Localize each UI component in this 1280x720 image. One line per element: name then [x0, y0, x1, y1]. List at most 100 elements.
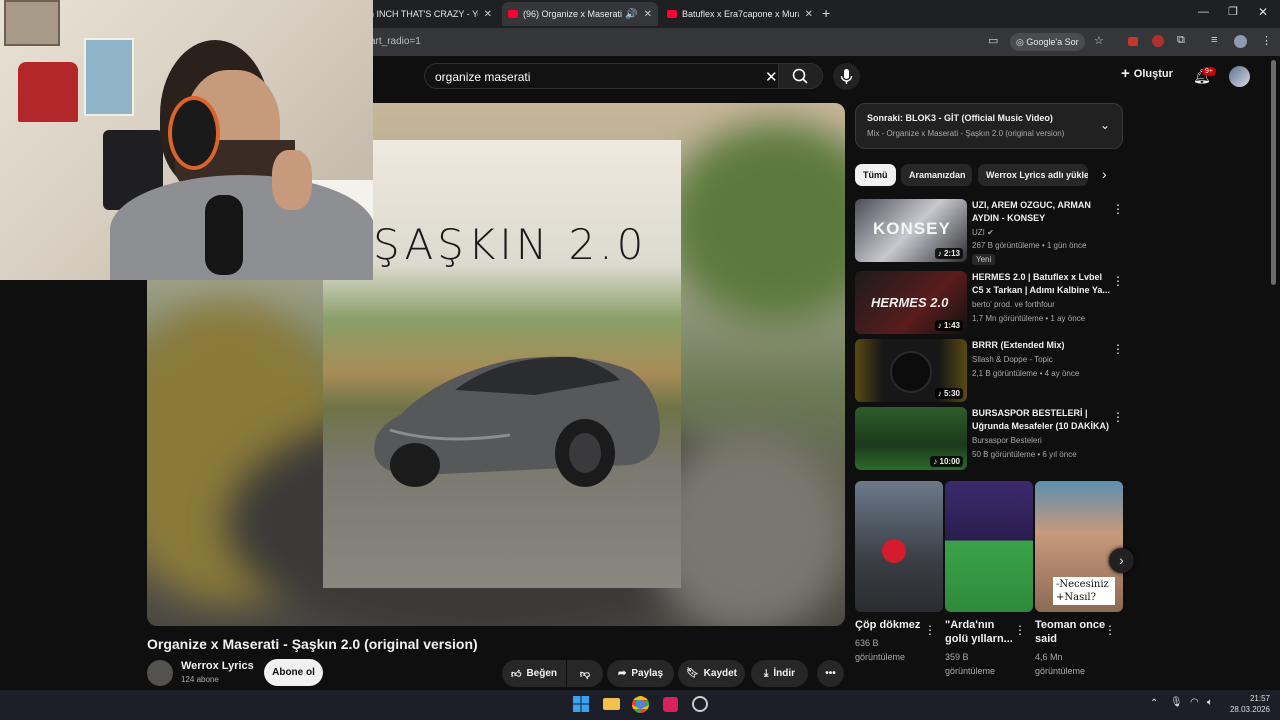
minimize-button[interactable]: —	[1198, 6, 1209, 18]
chip-channel-uploads[interactable]: Werrox Lyrics adlı yükle	[978, 164, 1088, 186]
video-title: Organize x Maserati - Şaşkın 2.0 (origin…	[147, 636, 478, 652]
short-thumbnail[interactable]	[945, 481, 1033, 612]
scrollbar[interactable]	[1271, 60, 1276, 285]
close-icon[interactable]: ✕	[484, 9, 492, 20]
tab-inch-thats-crazy[interactable]: 6) INCH THAT'S CRAZY - You ✕	[360, 2, 498, 26]
rec-title[interactable]: HERMES 2.0 | Batuflex x Lvbel C5 x Tarka…	[972, 271, 1110, 297]
save-button[interactable]: 🔖︎ Kaydet	[678, 660, 745, 687]
shorts-next-button[interactable]: ›	[1109, 548, 1134, 573]
video-thumbnail[interactable]: ♪ 5:30	[855, 339, 967, 402]
vinyl-icon	[890, 351, 932, 393]
extension-icon[interactable]	[1152, 35, 1164, 47]
thumbs-up-icon: 👍︎	[510, 668, 522, 680]
share-button[interactable]: ➦ Paylaş	[607, 660, 674, 687]
more-vert-icon[interactable]: ⋮	[924, 623, 936, 637]
clock-time[interactable]: 21:57	[1228, 694, 1270, 703]
close-window-button[interactable]: ✕	[1258, 5, 1268, 19]
puzzle-icon[interactable]: ⧉	[1177, 34, 1185, 47]
share-icon: ➦	[617, 668, 627, 679]
microphone-icon	[840, 69, 853, 84]
app-icon[interactable]	[692, 696, 708, 712]
subscribe-button[interactable]: Abone ol	[264, 659, 323, 686]
more-vert-icon[interactable]: ⋮	[1112, 342, 1124, 356]
search-input[interactable]: organize maserati	[435, 70, 530, 84]
clock-date[interactable]: 28.03.2026	[1222, 705, 1270, 714]
chip-all[interactable]: Tümü	[855, 164, 896, 186]
windows-start-icon[interactable]	[573, 696, 589, 712]
rec-channel[interactable]: Sllash & Doppe - Topic	[972, 355, 1053, 364]
chevron-up-icon[interactable]: ⌃	[1150, 698, 1158, 709]
close-icon[interactable]: ✕	[644, 9, 652, 20]
more-dots-icon: •••	[825, 668, 836, 679]
chevron-down-icon[interactable]: ⌄	[1100, 118, 1110, 132]
more-vert-icon[interactable]: ⋮	[1112, 410, 1124, 424]
short-title[interactable]: Teoman once said	[1035, 618, 1109, 646]
profile-avatar[interactable]	[1234, 35, 1247, 48]
rec-title[interactable]: BRRR (Extended Mix)	[972, 339, 1110, 352]
up-next-panel[interactable]: Sonraki: BLOK3 - GİT (Official Music Vid…	[855, 103, 1123, 149]
search-button[interactable]	[778, 64, 822, 88]
cast-icon[interactable]: ▭	[988, 34, 998, 47]
short-views: 636 B görüntüleme	[855, 638, 906, 662]
share-label: Paylaş	[631, 668, 664, 679]
bookmark-star-icon[interactable]: ☆	[1094, 34, 1104, 47]
chrome-icon[interactable]	[632, 696, 649, 713]
video-thumbnail[interactable]: KONSEY ♪ 2:13	[855, 199, 967, 262]
more-actions-button[interactable]: •••	[817, 660, 844, 687]
short-title[interactable]: Çöp dökmez	[855, 618, 929, 632]
menu-dots-icon[interactable]: ⋮	[1261, 34, 1272, 47]
up-next-playlist: Mix - Organize x Maserati - Şaşkın 2.0 (…	[867, 129, 1065, 138]
rec-channel[interactable]: UZI ✔	[972, 228, 994, 237]
more-vert-icon[interactable]: ⋮	[1104, 623, 1116, 637]
thumbs-down-icon: 👎︎	[579, 668, 591, 680]
url-field[interactable]: art_radio=1	[360, 32, 960, 52]
search-box[interactable]: organize maserati ✕	[424, 63, 823, 89]
rec-meta: 1,7 Mn görüntüleme • 1 ay önce	[972, 314, 1086, 323]
rec-title[interactable]: BURSASPOR BESTELERİ | Uğrunda Mesafeler …	[972, 407, 1110, 433]
webcam-overlay	[0, 0, 373, 280]
media-control-icon[interactable]: ≡	[1211, 34, 1217, 46]
car-image	[374, 356, 660, 487]
more-vert-icon[interactable]: ⋮	[1014, 623, 1026, 637]
chip-from-search[interactable]: Aramanızdan	[901, 164, 972, 186]
new-tab-button[interactable]: +	[822, 5, 830, 21]
more-vert-icon[interactable]: ⋮	[1112, 202, 1124, 216]
dislike-button[interactable]: 👎︎	[567, 660, 603, 687]
ask-google-label: Google'a Sor	[1026, 37, 1079, 47]
video-thumbnail[interactable]: ♪ 10:00	[855, 407, 967, 470]
microphone-tray-icon[interactable]: 🎙︎	[1170, 697, 1183, 708]
channel-name[interactable]: Werrox Lyrics	[181, 660, 254, 672]
extension-icon[interactable]	[1128, 37, 1138, 46]
wifi-icon[interactable]: ◠	[1190, 697, 1199, 708]
more-vert-icon[interactable]: ⋮	[1112, 274, 1124, 288]
ask-google-button[interactable]: ◎ Google'a Sor	[1010, 33, 1085, 51]
speaker-icon[interactable]: 🔊	[625, 9, 637, 20]
download-button[interactable]: ⤓ İndir	[751, 660, 808, 687]
voice-search-button[interactable]	[833, 63, 860, 90]
create-button[interactable]: + Oluştur	[1121, 66, 1173, 81]
account-avatar[interactable]	[1229, 66, 1250, 87]
duration-badge: ♪ 10:00	[930, 456, 963, 467]
vivaldi-icon[interactable]	[663, 697, 678, 712]
maximize-button[interactable]: ❐	[1228, 5, 1238, 18]
short-title[interactable]: "Arda'nın golü yıllarn...	[945, 618, 1019, 646]
cover-title: ŞAŞKIN 2.0	[373, 220, 648, 269]
file-explorer-icon[interactable]	[603, 698, 620, 710]
like-label: Beğen	[526, 668, 557, 679]
search-icon	[792, 68, 808, 84]
close-icon[interactable]: ✕	[805, 9, 813, 20]
like-button[interactable]: 👍︎ Beğen	[502, 660, 566, 687]
chevron-right-icon[interactable]: ›	[1102, 166, 1107, 182]
rec-title[interactable]: UZI, AREM OZGUC, ARMAN AYDIN - KONSEY	[972, 199, 1110, 225]
tab-organize-maserati[interactable]: (96) Organize x Maserati - Ş 🔊 ✕	[502, 2, 658, 26]
tab-batuflex[interactable]: Batuflex x Era7capone x Murat ✕	[661, 2, 819, 26]
verified-icon: ✔	[987, 228, 994, 237]
rec-channel[interactable]: Bursaspor Besteleri	[972, 436, 1042, 445]
volume-icon[interactable]: 🔈︎	[1207, 697, 1213, 708]
short-thumbnail[interactable]: -Necesiniz +Nasıl?	[1035, 481, 1123, 612]
channel-avatar[interactable]	[147, 660, 173, 686]
short-thumbnail[interactable]	[855, 481, 943, 612]
rec-channel[interactable]: berto' prod. ve forthfour	[972, 300, 1055, 309]
video-thumbnail[interactable]: HERMES 2.0 ♪ 1:43	[855, 271, 967, 334]
clear-search-icon[interactable]: ✕	[765, 68, 778, 86]
